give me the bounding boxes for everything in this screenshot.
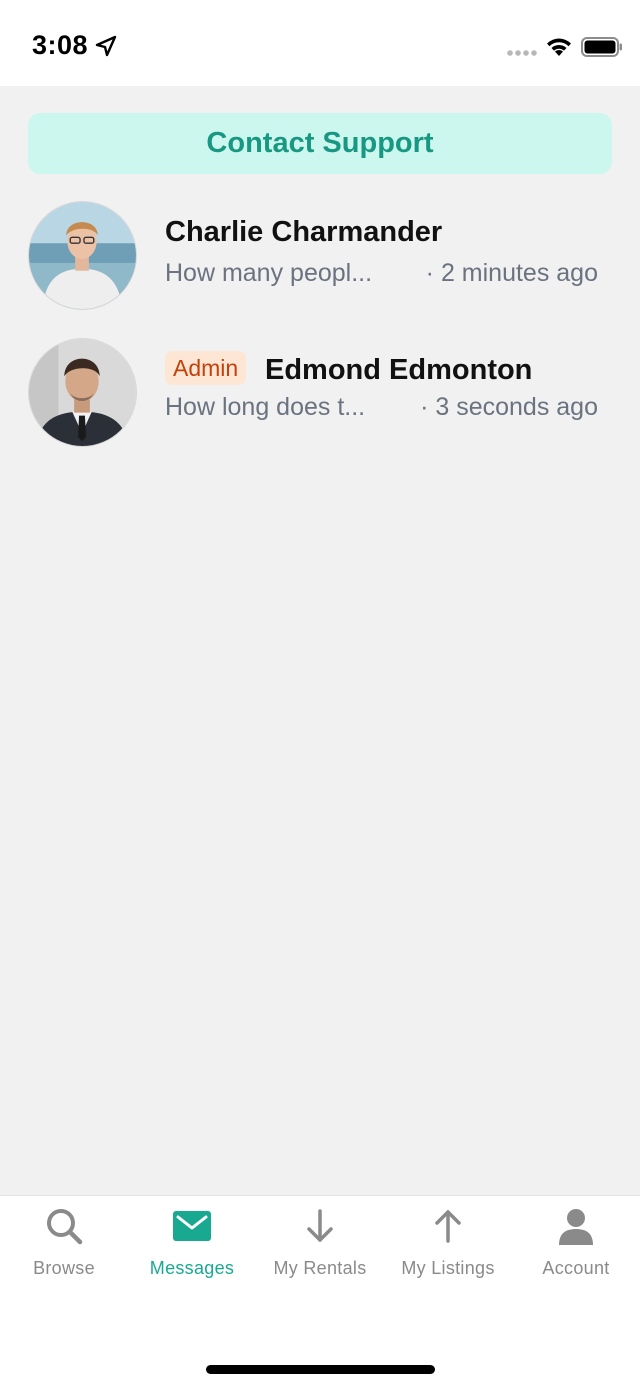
home-indicator[interactable] (206, 1365, 435, 1374)
avatar (28, 338, 137, 447)
contact-support-button[interactable]: Contact Support (28, 113, 612, 174)
avatar (28, 201, 137, 310)
message-time: · 2 minutes ago (425, 259, 598, 287)
status-bar: 3:08 (0, 0, 640, 86)
contact-name: Edmond Edmonton (265, 354, 533, 386)
tab-account[interactable]: Account (512, 1196, 640, 1296)
contact-name: Charlie Charmander (165, 216, 443, 248)
bottom-tab-bar: Browse Messages My Rentals My Listings A… (0, 1195, 640, 1388)
tab-my-listings[interactable]: My Listings (384, 1196, 512, 1296)
wifi-icon (547, 38, 571, 56)
message-preview: How long does t... (165, 393, 366, 421)
avatar-photo (29, 202, 136, 309)
messages-screen: 3:08 Contact Support Charlie Charmander … (0, 0, 640, 1388)
location-arrow-icon (95, 35, 117, 57)
message-preview: How many peopl... (165, 259, 373, 287)
tab-label: Messages (149, 1258, 235, 1278)
tab-label: My Listings (401, 1258, 495, 1278)
arrow-down-icon (307, 1209, 333, 1242)
message-time: · 3 seconds ago (420, 393, 598, 421)
admin-badge: Admin (165, 351, 247, 385)
tab-label: My Rentals (273, 1258, 367, 1278)
envelope-icon (173, 1211, 211, 1241)
tab-label: Browse (33, 1258, 95, 1278)
tab-browse[interactable]: Browse (0, 1196, 128, 1296)
status-time: 3:08 (32, 30, 89, 60)
person-icon (559, 1209, 593, 1245)
cellular-signal-icon (507, 50, 537, 56)
conversation-item[interactable]: Charlie Charmander How many peopl... · 2… (28, 201, 612, 311)
conversation-item[interactable]: Admin Edmond Edmonton How long does t...… (28, 338, 612, 448)
tab-label: Account (542, 1258, 610, 1278)
search-icon (47, 1209, 83, 1245)
avatar-photo (29, 339, 136, 446)
tab-messages[interactable]: Messages (128, 1196, 256, 1296)
tab-my-rentals[interactable]: My Rentals (256, 1196, 384, 1296)
battery-icon (581, 37, 622, 57)
arrow-up-icon (435, 1210, 461, 1243)
